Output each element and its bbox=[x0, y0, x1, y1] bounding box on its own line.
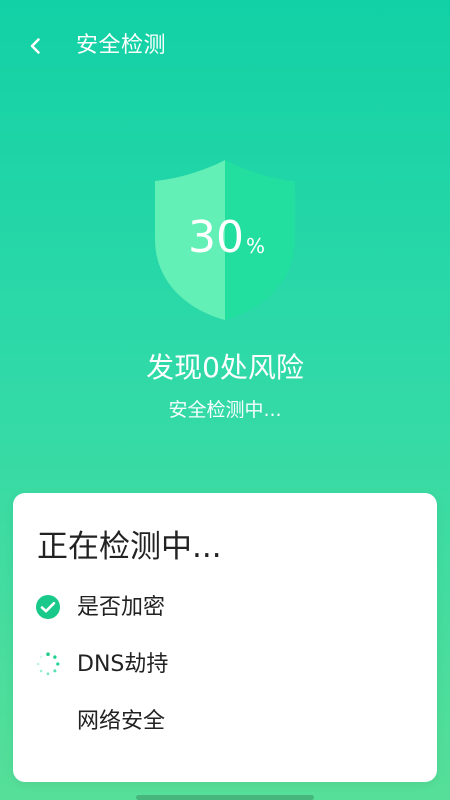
page-title: 安全检测 bbox=[76, 33, 167, 58]
scan-progress-unit: % bbox=[246, 234, 266, 258]
check-item-encryption: 是否加密 bbox=[35, 593, 415, 625]
check-item-label: 是否加密 bbox=[77, 595, 166, 620]
home-indicator bbox=[136, 795, 314, 800]
check-item-dns-hijack: DNS劫持 bbox=[35, 650, 415, 682]
scan-progress: 30 % bbox=[188, 212, 265, 264]
risk-summary: 发现0处风险 bbox=[146, 351, 304, 384]
scan-status-text: 安全检测中... bbox=[168, 399, 282, 421]
back-button[interactable] bbox=[20, 30, 52, 62]
loading-spinner-icon bbox=[37, 652, 60, 676]
chevron-left-icon bbox=[30, 38, 40, 54]
check-item-network-security: 网络安全 bbox=[35, 707, 415, 739]
check-circle-icon bbox=[36, 595, 60, 619]
security-check-page: 安全检测 30 % 发现0处风险 安全检测中... 正在检测中... 是否加密 bbox=[0, 0, 450, 800]
check-item-label: 网络安全 bbox=[77, 709, 166, 734]
check-card-title: 正在检测中... bbox=[37, 529, 222, 565]
top-bar: 安全检测 bbox=[0, 0, 450, 96]
scan-progress-value: 30 bbox=[188, 212, 244, 263]
check-status-card: 正在检测中... 是否加密 DNS劫持 网络安全 bbox=[13, 493, 437, 782]
check-item-label: DNS劫持 bbox=[77, 652, 169, 677]
